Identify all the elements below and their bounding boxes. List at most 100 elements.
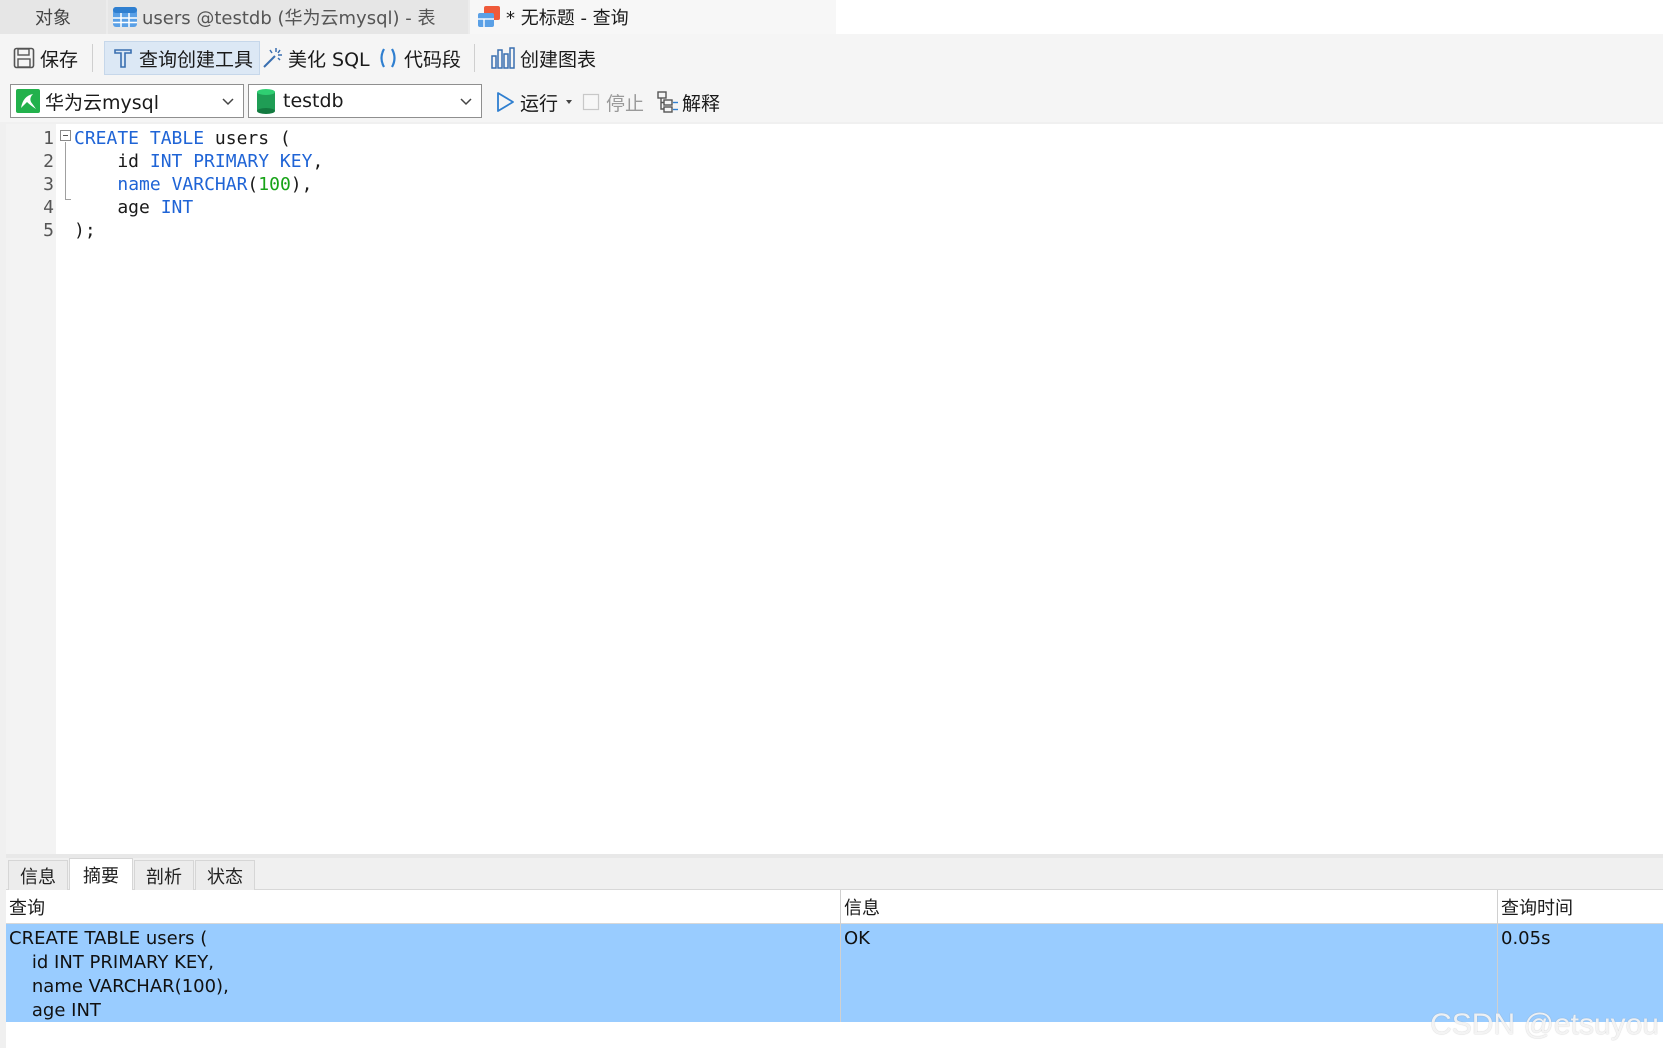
table-row[interactable]: CREATE TABLE users ( id INT PRIMARY KEY,…	[6, 924, 1663, 1022]
grid-header: 查询 信息 查询时间	[6, 890, 1663, 924]
editor-toolbar: 保存 查询创建工具 美化 SQL 代码段 创建图表	[0, 34, 1663, 82]
create-chart-label: 创建图表	[520, 48, 597, 71]
save-label: 保存	[40, 48, 79, 71]
cell-query[interactable]: CREATE TABLE users ( id INT PRIMARY KEY,…	[6, 924, 840, 1022]
result-tabs: 信息 摘要 剖析 状态	[6, 858, 1663, 890]
connection-select[interactable]: 华为云mysql	[10, 84, 244, 118]
database-value: testdb	[283, 90, 344, 112]
code-snippet-button[interactable]: 代码段	[372, 41, 465, 75]
column-header-message[interactable]: 信息	[841, 890, 1497, 924]
sql-keyword: CREATE	[74, 128, 140, 149]
stop-icon	[582, 93, 600, 111]
database-select[interactable]: testdb	[248, 84, 482, 118]
sql-text: ,	[312, 151, 324, 172]
query-builder-button[interactable]: 查询创建工具	[104, 41, 261, 75]
result-grid: 查询 信息 查询时间 CREATE TABLE users ( id INT P…	[6, 890, 1663, 1048]
explain-label: 解释	[682, 92, 721, 115]
tab-strip-empty	[836, 0, 1663, 34]
query-builder-label: 查询创建工具	[139, 48, 254, 71]
result-tab[interactable]: 摘要	[69, 858, 133, 890]
save-icon	[13, 47, 35, 69]
sql-keyword: VARCHAR	[171, 174, 248, 195]
tab-query[interactable]: * 无标题 - 查询	[470, 0, 836, 34]
run-button[interactable]: 运行	[494, 86, 576, 118]
connection-bar: 华为云mysql testdb 运行 停止 解释	[0, 82, 1663, 122]
tab-users-table[interactable]: users @testdb (华为云mysql) - 表	[108, 0, 468, 34]
sql-keyword: INT	[149, 151, 183, 172]
sql-text: age	[74, 197, 161, 218]
sql-text: (	[247, 174, 259, 195]
save-button[interactable]: 保存	[8, 41, 82, 75]
result-tab[interactable]: 信息	[8, 860, 68, 890]
result-tab[interactable]: 剖析	[134, 860, 194, 890]
column-header-time[interactable]: 查询时间	[1498, 890, 1663, 924]
sql-keyword: TABLE	[149, 128, 205, 149]
code-line[interactable]: 2 id INT PRIMARY KEY,	[6, 150, 1606, 173]
tab-query-label: * 无标题 - 查询	[506, 8, 629, 29]
code-text[interactable]: );	[74, 219, 96, 242]
code-line[interactable]: 4 age INT	[6, 196, 1606, 219]
explain-icon	[657, 91, 678, 113]
sql-number: 100	[258, 174, 291, 195]
tab-users-table-label: users @testdb (华为云mysql) - 表	[142, 8, 436, 29]
code-text[interactable]: name VARCHAR(100),	[74, 173, 312, 196]
sql-text: ),	[290, 174, 313, 195]
sql-editor[interactable]: 1 CREATE TABLE users (2 id INT PRIMARY KE…	[6, 124, 1663, 854]
sql-text: id	[74, 151, 150, 172]
sql-keyword: INT	[160, 197, 194, 218]
sql-keyword: PRIMARY	[193, 151, 270, 172]
line-number: 4	[43, 197, 54, 218]
watermark: CSDN @etsuyou	[1430, 1008, 1659, 1041]
tab-objects[interactable]: 对象	[0, 0, 106, 34]
sql-text: users (	[204, 128, 291, 149]
code-line[interactable]: 1 CREATE TABLE users (	[6, 127, 1606, 150]
toolbar-divider	[474, 44, 475, 72]
connection-value: 华为云mysql	[45, 91, 159, 114]
table-icon	[113, 7, 137, 27]
code-line[interactable]: 3 name VARCHAR(100),	[6, 173, 1606, 196]
chevron-down-icon	[222, 98, 234, 106]
navicat-window: 对象 users @testdb (华为云mysql) - 表 * 无标题 - …	[0, 0, 1663, 1048]
mysql-connection-icon	[16, 89, 40, 113]
magic-wand-icon	[263, 48, 282, 68]
column-header-query[interactable]: 查询	[6, 890, 840, 924]
caret-down-icon[interactable]	[562, 95, 576, 109]
sql-keyword: KEY	[279, 151, 313, 172]
parentheses-icon	[380, 48, 396, 68]
code-text[interactable]: age INT	[74, 196, 193, 219]
query-icon	[478, 6, 500, 27]
play-icon	[497, 92, 514, 112]
line-number: 1	[43, 128, 54, 149]
stop-button[interactable]: 停止	[582, 86, 644, 118]
toolbar-divider	[92, 44, 93, 72]
column-divider[interactable]	[1497, 890, 1498, 1022]
tab-strip: 对象 users @testdb (华为云mysql) - 表 * 无标题 - …	[0, 0, 1663, 34]
code-line[interactable]: 5);	[6, 219, 1606, 242]
code-text[interactable]: CREATE TABLE users (	[74, 127, 291, 150]
chart-icon	[491, 47, 515, 69]
stop-label: 停止	[606, 92, 645, 115]
code-snippet-label: 代码段	[404, 48, 462, 71]
beautify-sql-label: 美化 SQL	[288, 48, 370, 71]
chevron-down-icon	[460, 98, 472, 106]
beautify-sql-button[interactable]: 美化 SQL	[256, 41, 374, 75]
result-tab[interactable]: 状态	[195, 860, 255, 890]
line-number: 2	[43, 151, 54, 172]
create-chart-button[interactable]: 创建图表	[486, 41, 600, 75]
column-divider[interactable]	[840, 890, 841, 1022]
tab-objects-label: 对象	[35, 8, 71, 29]
run-label: 运行	[520, 92, 559, 115]
sql-text: );	[74, 220, 96, 241]
explain-button[interactable]: 解释	[656, 86, 720, 118]
database-icon	[257, 89, 275, 114]
line-number: 5	[43, 220, 54, 241]
line-number: 3	[43, 174, 54, 195]
code-text[interactable]: id INT PRIMARY KEY,	[74, 150, 323, 173]
cell-message[interactable]: OK	[841, 924, 1497, 1022]
sql-keyword: name	[117, 174, 161, 195]
